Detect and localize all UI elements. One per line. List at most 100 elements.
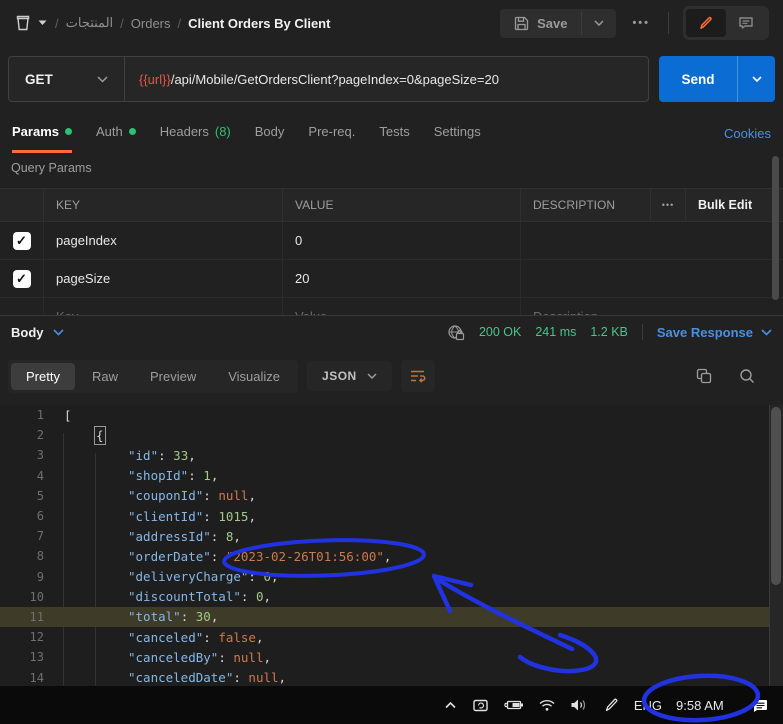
code-line: 13"canceledBy": null, xyxy=(0,647,783,667)
line-number: 11 xyxy=(0,610,44,624)
response-body-editor[interactable]: 1[2{3"id": 33,4"shopId": 1,5"couponId": … xyxy=(0,405,783,724)
code-line: 12"canceled": false, xyxy=(0,627,783,647)
url-variable: {{url}} xyxy=(139,72,171,87)
line-number: 4 xyxy=(0,469,44,483)
line-number: 2 xyxy=(0,428,44,442)
param-key[interactable]: pageSize xyxy=(43,260,282,297)
code-line: 11"total": 30, xyxy=(0,607,783,627)
param-value[interactable]: 0 xyxy=(282,222,520,259)
code-line: 3"id": 33, xyxy=(0,445,783,465)
tab-tests[interactable]: Tests xyxy=(379,114,409,153)
response-header: Body 200 OK 241 ms 1.2 KB Save Response xyxy=(0,315,783,348)
tray-expand-chevron-icon[interactable] xyxy=(443,699,458,711)
value-placeholder[interactable]: Value xyxy=(282,298,520,315)
chevron-down-icon xyxy=(367,373,377,379)
column-description: DESCRIPTION xyxy=(520,189,650,221)
mode-toggle xyxy=(683,6,769,40)
edit-pencil-button[interactable] xyxy=(686,9,726,37)
more-options-button[interactable]: ••• xyxy=(632,17,650,29)
breadcrumb-item[interactable]: Client Orders By Client xyxy=(188,16,330,31)
line-number: 8 xyxy=(0,549,44,563)
tab-headers[interactable]: Headers(8) xyxy=(160,114,231,153)
code-line: 14"canceledDate": null, xyxy=(0,667,783,687)
view-tab-pretty[interactable]: Pretty xyxy=(11,363,75,390)
status-badge[interactable]: 200 OK xyxy=(479,325,521,339)
tab-body[interactable]: Body xyxy=(255,114,285,153)
param-description[interactable] xyxy=(520,222,783,259)
save-dropdown-chevron[interactable] xyxy=(581,11,616,35)
key-placeholder[interactable]: Key xyxy=(43,298,282,315)
response-body-dropdown[interactable]: Body xyxy=(11,325,64,340)
tab-auth[interactable]: Auth xyxy=(96,114,136,153)
line-number: 1 xyxy=(0,408,44,422)
column-key: KEY xyxy=(43,189,282,221)
save-button[interactable]: Save xyxy=(500,9,616,38)
line-number: 12 xyxy=(0,630,44,644)
response-time[interactable]: 241 ms xyxy=(535,325,576,339)
params-scrollbar-thumb[interactable] xyxy=(772,156,779,300)
method-label: GET xyxy=(25,72,53,87)
column-options-button[interactable]: ••• xyxy=(650,189,685,221)
param-checkbox[interactable]: ✓ xyxy=(13,270,31,288)
param-value[interactable]: 20 xyxy=(282,260,520,297)
param-checkbox[interactable]: ✓ xyxy=(13,232,31,250)
line-number: 6 xyxy=(0,509,44,523)
params-placeholder-row[interactable]: Key Value Description xyxy=(0,298,783,315)
line-number: 14 xyxy=(0,671,44,685)
battery-charging-icon[interactable] xyxy=(504,698,524,712)
caret-down-icon xyxy=(38,20,47,26)
bulk-edit-button[interactable]: Bulk Edit xyxy=(685,189,783,221)
wifi-icon[interactable] xyxy=(538,698,556,712)
line-number: 7 xyxy=(0,529,44,543)
response-body-label: Body xyxy=(11,325,44,340)
copy-icon[interactable] xyxy=(696,368,712,384)
save-response-button[interactable]: Save Response xyxy=(657,325,772,340)
format-select[interactable]: JSON xyxy=(307,361,392,391)
param-description[interactable] xyxy=(520,260,783,297)
code-line: 5"couponId": null, xyxy=(0,486,783,506)
response-scrollbar-thumb[interactable] xyxy=(771,407,781,585)
workspace-menu[interactable] xyxy=(14,14,47,32)
url-input[interactable]: {{url}}/api/Mobile/GetOrdersClient?pageI… xyxy=(125,57,648,101)
request-tabs: Params Auth Headers(8) Body Pre-req. Tests Set… xyxy=(0,114,783,152)
format-label: JSON xyxy=(322,369,357,383)
response-size[interactable]: 1.2 KB xyxy=(590,325,628,339)
clock[interactable]: 9:58 AM xyxy=(676,698,732,713)
response-view-tabs: PrettyRawPreviewVisualize xyxy=(8,360,298,393)
param-row[interactable]: ✓ pageIndex0 xyxy=(0,222,783,260)
pen-icon[interactable] xyxy=(603,697,620,713)
view-tab-raw[interactable]: Raw xyxy=(77,363,133,390)
wrap-lines-button[interactable] xyxy=(401,360,435,392)
view-tab-visualize[interactable]: Visualize xyxy=(213,363,295,390)
breadcrumb-item[interactable]: Orders xyxy=(131,16,171,31)
tab-pre-req-[interactable]: Pre-req. xyxy=(308,114,355,153)
column-value: VALUE xyxy=(282,189,520,221)
action-center-icon[interactable] xyxy=(752,697,769,713)
comments-button[interactable] xyxy=(726,9,766,37)
cookies-link[interactable]: Cookies xyxy=(724,126,771,141)
breadcrumb-item[interactable]: المنتجات xyxy=(66,15,114,31)
volume-icon[interactable] xyxy=(570,698,589,712)
code-lines: 1[2{3"id": 33,4"shopId": 1,5"couponId": … xyxy=(0,405,783,688)
rotation-lock-icon[interactable] xyxy=(472,698,490,713)
send-button[interactable]: Send xyxy=(659,56,775,102)
send-dropdown-chevron[interactable] xyxy=(737,56,775,102)
code-line: 1[ xyxy=(0,405,783,425)
params-rows: ✓ pageIndex0 ✓ pageSize20 xyxy=(0,222,783,298)
tab-settings[interactable]: Settings xyxy=(434,114,481,153)
description-placeholder[interactable]: Description xyxy=(520,298,783,315)
param-key[interactable]: pageIndex xyxy=(43,222,282,259)
line-number: 5 xyxy=(0,489,44,503)
chevron-down-icon xyxy=(53,329,64,336)
param-row[interactable]: ✓ pageSize20 xyxy=(0,260,783,298)
line-number: 9 xyxy=(0,570,44,584)
language-indicator[interactable]: ENG xyxy=(634,698,662,713)
tab-params[interactable]: Params xyxy=(12,114,72,153)
windows-taskbar: ENG 9:58 AM xyxy=(0,686,783,724)
query-params-title: Query Params xyxy=(11,161,92,175)
breadcrumb[interactable]: /المنتجات/Orders/Client Orders By Client xyxy=(55,15,330,31)
search-icon[interactable] xyxy=(739,368,755,384)
method-select[interactable]: GET xyxy=(9,57,125,101)
url-path: /api/Mobile/GetOrdersClient?pageIndex=0&… xyxy=(171,72,499,87)
view-tab-preview[interactable]: Preview xyxy=(135,363,211,390)
